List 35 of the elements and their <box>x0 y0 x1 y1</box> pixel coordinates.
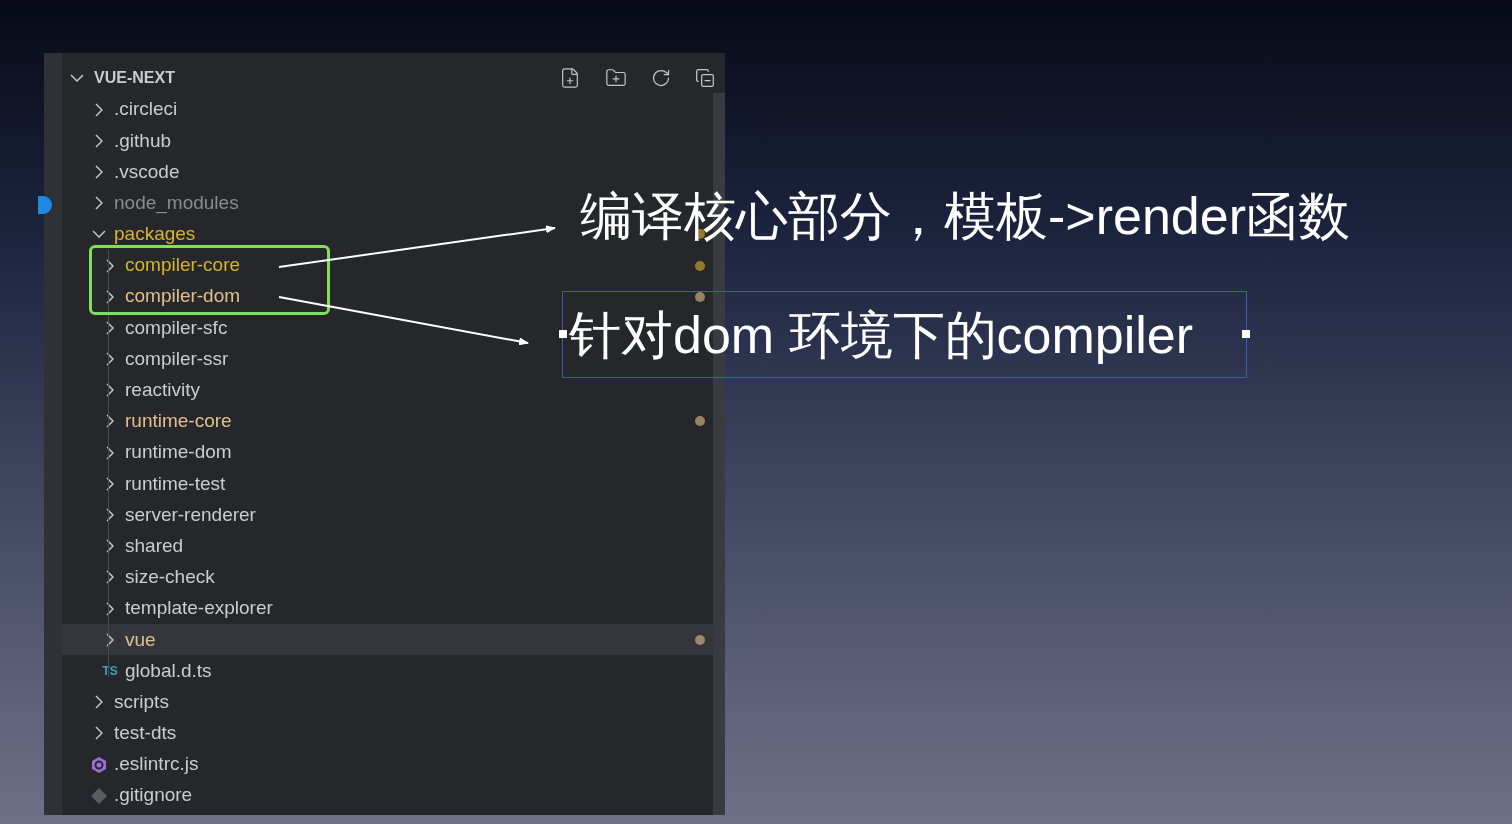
file-name[interactable]: server-renderer <box>125 500 256 530</box>
file-name[interactable]: packages <box>114 220 196 249</box>
file-name[interactable]: global.d.ts <box>125 656 212 686</box>
file-name[interactable]: .github <box>114 126 172 156</box>
chevron-down-icon[interactable] <box>70 74 84 82</box>
file-name[interactable]: reactivity <box>125 376 200 405</box>
file-name[interactable]: compiler-core <box>125 251 241 280</box>
file-name[interactable]: .vscode <box>114 157 180 187</box>
resize-handle[interactable] <box>1242 330 1250 338</box>
file-name[interactable]: .gitignore <box>114 781 193 810</box>
file-name[interactable]: .circleci <box>114 95 178 124</box>
file-name[interactable]: test-dts <box>114 719 177 748</box>
file-name[interactable]: compiler-sfc <box>125 313 228 343</box>
new-folder-icon[interactable] <box>605 67 627 89</box>
file-name[interactable]: compiler-dom <box>125 282 241 311</box>
file-name[interactable]: vue <box>125 625 156 655</box>
file-name[interactable]: scripts <box>114 687 169 717</box>
file-name[interactable]: compiler-ssr <box>125 344 229 374</box>
typescript-icon: TS <box>102 661 118 680</box>
diamond-icon <box>90 786 108 805</box>
file-name[interactable]: .eslintrc.js <box>114 750 199 779</box>
file-name[interactable]: size-check <box>125 563 215 592</box>
hexagon-icon <box>90 755 108 774</box>
section-title: VUE-NEXT <box>94 68 175 88</box>
refresh-icon[interactable] <box>651 68 671 88</box>
file-name[interactable]: template-explorer <box>125 594 273 623</box>
file-name[interactable]: runtime-test <box>125 469 226 499</box>
resize-handle[interactable] <box>559 330 567 338</box>
new-file-icon[interactable] <box>559 67 581 89</box>
collapse-icon[interactable] <box>695 68 715 88</box>
annotation-text: 编译核心部分，模板->render函数 <box>580 186 1350 246</box>
file-name[interactable]: runtime-core <box>125 407 232 436</box>
file-name[interactable]: shared <box>125 531 184 561</box>
file-name[interactable]: node_modules <box>114 188 239 218</box>
file-name[interactable]: runtime-dom <box>125 438 232 467</box>
